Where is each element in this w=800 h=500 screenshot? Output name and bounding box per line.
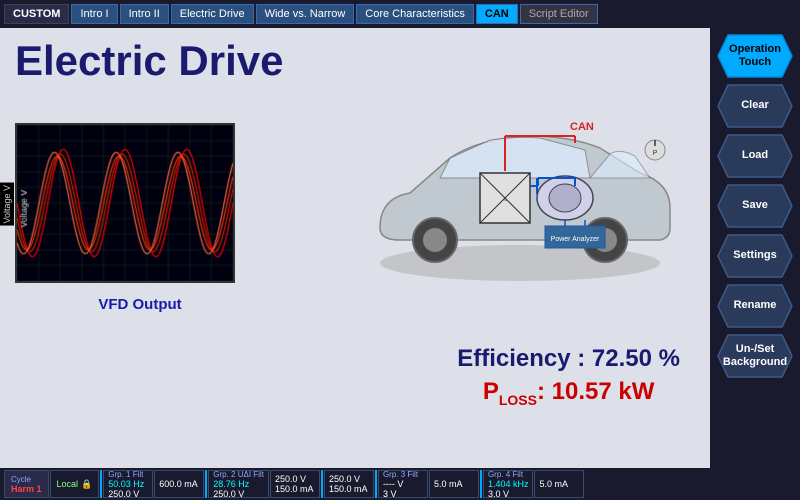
- local-label: Local: [57, 479, 79, 489]
- ploss-p-label: P: [483, 378, 499, 405]
- cycle-label: Cycle: [11, 475, 42, 484]
- group2-v: 250.0 V: [213, 489, 264, 499]
- efficiency-display: Efficiency : 72.50 % PLOSS: 10.57 kW: [457, 345, 680, 408]
- svg-text:~: ~: [503, 196, 508, 205]
- tab-intro-i[interactable]: Intro I: [71, 4, 117, 24]
- group1b-v: 600.0 mA: [159, 479, 199, 489]
- group2c-ma: 150.0 mA: [329, 484, 369, 494]
- group1-segment: Grp. 1 Filt 50.03 Hz 250.0 V: [103, 470, 153, 498]
- bottom-status-bar: Cycle Harm 1 Local 🔒 Grp. 1 Filt 50.03 H…: [0, 468, 800, 500]
- divider2: [205, 470, 207, 498]
- load-label: Load: [742, 149, 768, 162]
- group2b-segment: 250.0 V 150.0 mA: [270, 470, 320, 498]
- car-svg: CAN ~ Power Analyzer: [350, 78, 690, 288]
- svg-text:CAN: CAN: [570, 121, 594, 133]
- group2b-v: 250.0 V: [275, 474, 315, 484]
- group3-v: ---- V: [383, 479, 423, 489]
- load-button[interactable]: Load: [716, 133, 794, 179]
- group4-v: 3.0 V: [488, 489, 529, 499]
- group1b-segment: 600.0 mA: [154, 470, 204, 498]
- tab-can[interactable]: CAN: [476, 4, 518, 24]
- tab-wide-narrow[interactable]: Wide vs. Narrow: [256, 4, 355, 24]
- rename-button[interactable]: Rename: [716, 283, 794, 329]
- settings-label: Settings: [733, 249, 776, 262]
- group4-title: Grp. 4 Filt: [488, 470, 529, 479]
- save-label: Save: [742, 199, 768, 212]
- clear-button[interactable]: Clear: [716, 83, 794, 129]
- top-navigation: CUSTOM Intro I Intro II Electric Drive W…: [0, 0, 800, 28]
- right-sidebar: OperationTouch Clear Load Save: [710, 28, 800, 468]
- tab-core-characteristics[interactable]: Core Characteristics: [356, 4, 474, 24]
- group4b-ma: 5.0 mA: [539, 479, 579, 489]
- clear-label: Clear: [741, 99, 769, 112]
- group3-title: Grp. 3 Filt: [383, 470, 423, 479]
- ploss-number: : 10.57 kW: [537, 378, 654, 405]
- group4-segment: Grp. 4 Filt 1.404 kHz 3.0 V: [483, 470, 534, 498]
- svg-text:Power Analyzer: Power Analyzer: [551, 236, 600, 243]
- oscilloscope-display: [15, 123, 235, 283]
- lock-icon: 🔒: [81, 479, 92, 490]
- group4-khz: 1.404 kHz: [488, 479, 529, 489]
- efficiency-value: Efficiency : 72.50 %: [457, 345, 680, 373]
- group3-segment: Grp. 3 Filt ---- V 3 V: [378, 470, 428, 498]
- save-button[interactable]: Save: [716, 183, 794, 229]
- group4b-segment: 5.0 mA: [534, 470, 584, 498]
- ploss-value: PLOSS: 10.57 kW: [457, 378, 680, 408]
- cycle-segment: Cycle Harm 1: [4, 470, 49, 498]
- group2-hz: 28.76 Hz: [213, 479, 264, 489]
- custom-tab[interactable]: CUSTOM: [4, 4, 69, 24]
- operation-touch-button[interactable]: OperationTouch: [716, 33, 794, 79]
- group2-title: Grp. 2 UΔI Filt: [213, 470, 264, 479]
- ploss-subscript: LOSS: [499, 392, 537, 408]
- group2c-segment: 250.0 V 150.0 mA: [324, 470, 374, 498]
- tab-intro-ii[interactable]: Intro II: [120, 4, 169, 24]
- group3b-ma: 5.0 mA: [434, 479, 474, 489]
- divider3: [321, 470, 323, 498]
- cycle-value: Harm 1: [11, 484, 42, 494]
- divider: [100, 470, 102, 498]
- voltage-axis-label: Voltage V: [0, 183, 14, 226]
- rename-label: Rename: [734, 299, 777, 312]
- main-content-area: Electric Drive Voltage V VFD Output: [0, 28, 800, 468]
- oscilloscope-canvas: [17, 125, 233, 281]
- group1-v: 250.0 V: [108, 489, 148, 499]
- group2-segment: Grp. 2 UΔI Filt 28.76 Hz 250.0 V: [208, 470, 269, 498]
- svg-text:P: P: [653, 150, 658, 157]
- group3b-segment: 5.0 mA: [429, 470, 479, 498]
- tab-electric-drive[interactable]: Electric Drive: [171, 4, 254, 24]
- tab-script-editor[interactable]: Script Editor: [520, 4, 598, 24]
- unset-background-label: Un-/SetBackground: [723, 343, 787, 369]
- group2b-ma: 150.0 mA: [275, 484, 315, 494]
- left-panel: Electric Drive Voltage V VFD Output: [0, 28, 710, 468]
- settings-button[interactable]: Settings: [716, 233, 794, 279]
- car-diagram: CAN ~ Power Analyzer: [350, 78, 690, 288]
- operation-touch-label: OperationTouch: [729, 43, 781, 69]
- divider5: [480, 470, 482, 498]
- unset-background-button[interactable]: Un-/SetBackground: [716, 333, 794, 379]
- group3-ma: 3 V: [383, 489, 423, 499]
- group1-hz: 50.03 Hz: [108, 479, 148, 489]
- local-segment: Local 🔒: [50, 470, 100, 498]
- group1-title: Grp. 1 Filt: [108, 470, 148, 479]
- group2c-v: 250.0 V: [329, 474, 369, 484]
- divider4: [375, 470, 377, 498]
- vfd-output-label: VFD Output: [50, 296, 230, 313]
